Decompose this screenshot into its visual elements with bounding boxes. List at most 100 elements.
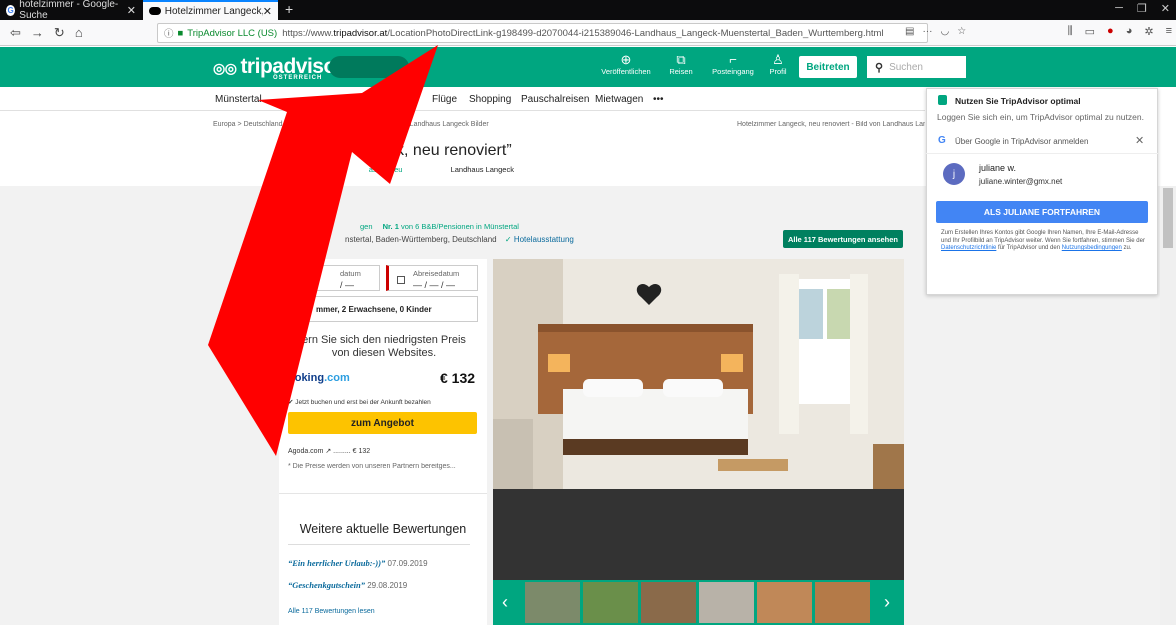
url-path: /LocationPhotoDirectLink-g198499-d207004… xyxy=(387,27,884,39)
tab-google-search[interactable]: G hotelzimmer - Google-Suche ✕ xyxy=(0,0,142,21)
back-icon[interactable]: ⇦ xyxy=(10,25,21,41)
subnav-flights-partial[interactable]: ts xyxy=(410,94,418,105)
avatar[interactable]: j xyxy=(943,163,965,185)
user-icon: ♙ xyxy=(772,52,784,67)
divider xyxy=(288,544,470,545)
site-identity: TripAdvisor LLC (US) xyxy=(187,27,278,39)
close-window-icon[interactable]: ✕ xyxy=(1161,2,1170,15)
subnav-more[interactable]: ••• xyxy=(653,94,664,105)
terms-link[interactable]: Nutzungsbedingungen xyxy=(1062,245,1122,251)
library-icon[interactable]: ⫼ xyxy=(1068,25,1073,38)
subnav-shopping[interactable]: Shopping xyxy=(469,94,511,105)
currency-selector[interactable] xyxy=(329,56,409,78)
extension3-icon[interactable]: ✲ xyxy=(1144,25,1153,38)
nav-inbox[interactable]: ⌐ Posteingang xyxy=(705,52,761,76)
minimize-icon[interactable]: ─ xyxy=(1115,2,1123,15)
popup-subtitle: Loggen Sie sich ein, um TripAdvisor opti… xyxy=(937,112,1144,122)
url-host: tripadvisor.at xyxy=(333,27,388,39)
agoda-offer[interactable]: Agoda.com ↗ ......... € 132 xyxy=(288,447,370,455)
nav-publish[interactable]: ⊕ Veröffentlichen xyxy=(601,52,651,76)
forward-icon[interactable]: → xyxy=(31,25,44,40)
review-item[interactable]: “Geschenkgutschein” 29.08.2019 xyxy=(288,580,407,590)
room-photo[interactable] xyxy=(493,259,904,489)
address-line: nstertal, Baden-Württemberg, Deutschland… xyxy=(345,235,574,244)
suitcase-icon: ⧉ xyxy=(676,52,686,67)
close-tab-icon[interactable]: ✕ xyxy=(127,4,136,17)
check-icon: ✔ xyxy=(288,399,294,406)
lock-icon xyxy=(938,95,947,105)
bookmark-star-icon[interactable]: ☆ xyxy=(957,26,966,37)
subnav-flights[interactable]: Flüge xyxy=(432,94,457,105)
photo-thumbnail[interactable] xyxy=(525,582,580,623)
window-controls: ─ ❐ ✕ xyxy=(1115,2,1170,15)
prev-photo-icon[interactable]: ‹ xyxy=(502,592,508,613)
photo-thumbnail[interactable] xyxy=(641,582,696,623)
home-icon[interactable]: ⌂ xyxy=(75,25,83,40)
info-icon[interactable]: ⓘ xyxy=(164,26,174,40)
subnav-packages[interactable]: Pauschalreisen xyxy=(521,94,589,105)
privacy-policy-link[interactable]: Datenschutzrichtlinie xyxy=(941,245,996,251)
read-all-reviews-link[interactable]: Alle 117 Bewertungen lesen xyxy=(288,608,375,615)
chat-icon: ⌐ xyxy=(729,52,737,67)
partner-note: * Die Preise werden von unseren Partnern… xyxy=(288,463,456,470)
recent-reviews-heading: Weitere aktuelle Bewertungen xyxy=(299,522,467,536)
menu-icon[interactable]: ≡ xyxy=(1166,25,1172,38)
subnav-rentals[interactable]: Mietwagen xyxy=(595,94,643,105)
checkin-field[interactable]: datum / — xyxy=(285,265,380,291)
url-bar[interactable]: ⓘ ■ TripAdvisor LLC (US) https://www. tr… xyxy=(157,23,928,43)
legal-text: Zum Erstellen Ihres Kontos gibt Google I… xyxy=(941,230,1145,251)
tripadvisor-favicon-icon xyxy=(149,7,161,15)
photo-thumbnail[interactable] xyxy=(815,582,870,623)
reader-view-icon[interactable]: ▤ xyxy=(905,26,914,37)
page-actions-icon[interactable]: ··· xyxy=(922,26,932,37)
photo-thumbnail[interactable] xyxy=(583,582,638,623)
url-prefix: https://www. xyxy=(282,27,334,39)
search-icon: ⚲ xyxy=(875,61,884,74)
guests-selector[interactable]: mmer, 2 Erwachsene, 0 Kinder xyxy=(285,296,478,322)
account-name[interactable]: juliane w. xyxy=(979,163,1016,173)
maximize-icon[interactable]: ❐ xyxy=(1137,2,1147,15)
plus-circle-icon: ⊕ xyxy=(620,52,632,67)
sidebar-icon[interactable]: ▭ xyxy=(1085,25,1095,38)
scrollbar-thumb[interactable] xyxy=(1163,188,1173,248)
room-photo-image xyxy=(493,259,904,489)
all-reviews-button[interactable]: Alle 117 Bewertungen ansehen xyxy=(783,230,903,248)
lock-icon[interactable]: ■ xyxy=(178,28,184,39)
tab-title: hotelzimmer - Google-Suche xyxy=(19,0,119,21)
view-deal-button[interactable]: zum Angebot xyxy=(288,412,477,434)
google-favicon-icon: G xyxy=(6,4,16,16)
continue-as-user-button[interactable]: ALS JULIANE FORTFAHREN xyxy=(936,201,1148,223)
tripadvisor-logo[interactable]: ◎◎ tripadvisor ÖSTERREICH xyxy=(213,55,344,81)
google-g-icon: G xyxy=(938,135,946,146)
extension-icon[interactable]: ● xyxy=(1107,25,1114,38)
toolbar-right: ⫼ ▭ ● ◕ ✲ ≡ xyxy=(1068,25,1172,38)
review-item[interactable]: “Ein herrlicher Urlaub:-))” 07.09.2019 xyxy=(288,558,428,568)
breadcrumb: Europa > Deutschland > Bad xyxy=(213,121,303,128)
owl-eyes-icon: ◎◎ xyxy=(213,60,237,76)
tab-title: Hotelzimmer Langeck, neu ren xyxy=(164,5,263,17)
account-email[interactable]: juliane.winter@gmx.net xyxy=(979,177,1062,186)
sub-navigation xyxy=(0,87,925,111)
join-button[interactable]: Beitreten xyxy=(799,56,857,78)
google-signin-label: Über Google in TripAdvisor anmelden xyxy=(955,137,1089,146)
subnav-destination[interactable]: Münstertal xyxy=(215,94,262,105)
new-tab-icon[interactable]: + xyxy=(285,1,293,17)
reload-icon[interactable]: ↻ xyxy=(54,25,65,41)
close-icon[interactable]: ✕ xyxy=(1135,134,1144,147)
close-tab-icon[interactable]: ✕ xyxy=(263,5,272,18)
nav-profile[interactable]: ♙ Profil xyxy=(766,52,790,76)
url-actions: ▤ ··· ◡ ☆ xyxy=(905,26,966,37)
checkout-field[interactable]: Abreisedatum — / — / — xyxy=(386,265,478,291)
search-input[interactable]: ⚲ Suchen xyxy=(867,56,966,78)
scrollbar[interactable] xyxy=(1160,186,1176,625)
tab-tripadvisor[interactable]: Hotelzimmer Langeck, neu ren ✕ xyxy=(143,0,278,20)
photo-thumbnail[interactable] xyxy=(757,582,812,623)
next-photo-icon[interactable]: › xyxy=(884,592,890,613)
extension2-icon[interactable]: ◕ xyxy=(1126,25,1133,38)
booking-price: € 132 xyxy=(440,370,476,386)
booking-com-logo[interactable]: ooking.com xyxy=(288,372,350,384)
pocket-icon[interactable]: ◡ xyxy=(940,26,949,37)
browser-tab-bar: G hotelzimmer - Google-Suche ✕ Hotelzimm… xyxy=(0,0,1176,21)
nav-trips[interactable]: ⧉ Reisen xyxy=(664,52,698,76)
photo-thumbnail[interactable] xyxy=(699,582,754,623)
